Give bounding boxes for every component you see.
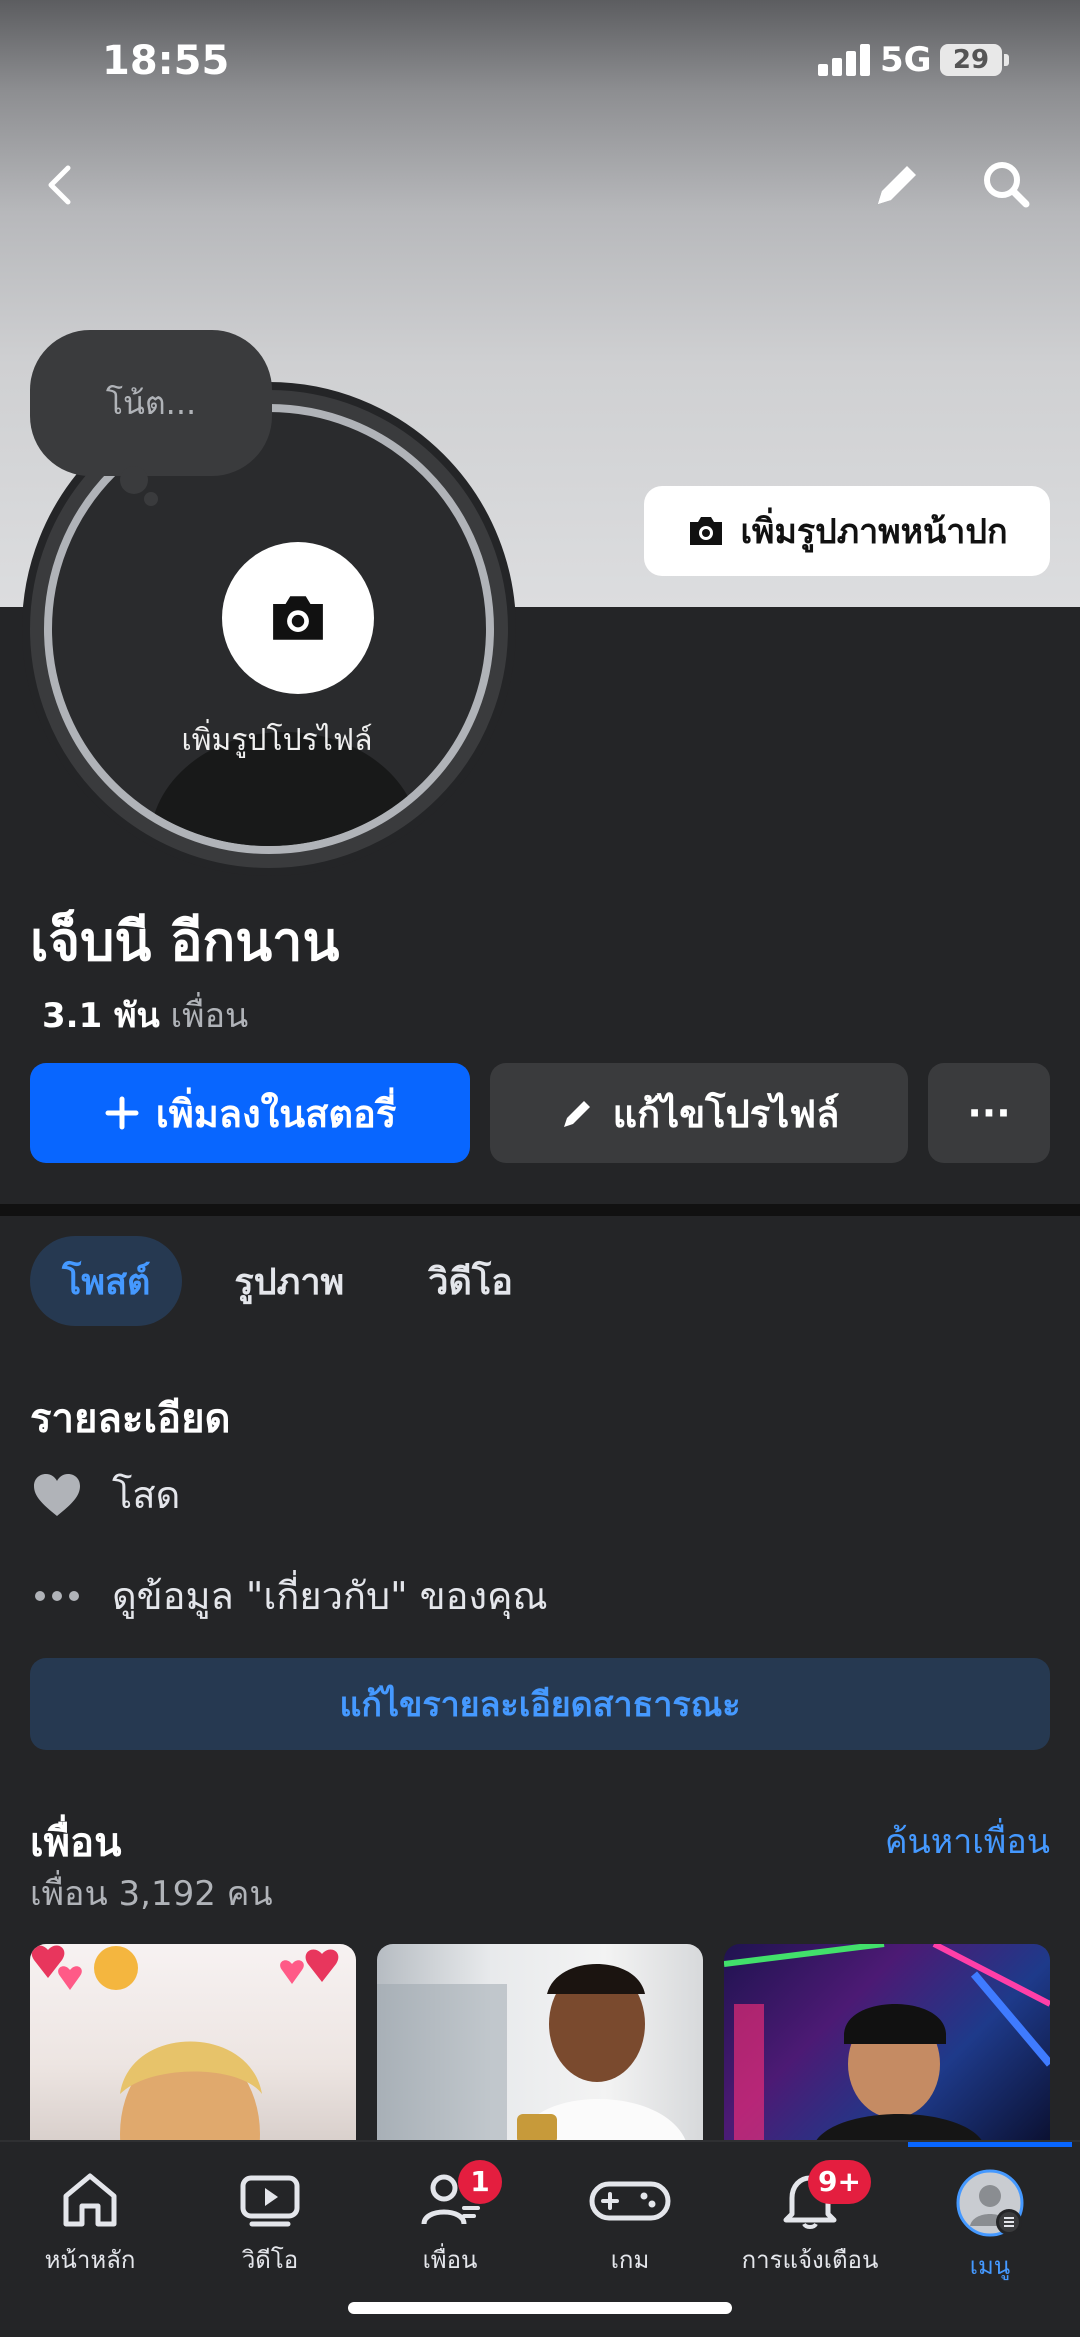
note-placeholder: โน้ต... — [105, 383, 197, 422]
battery-tip — [1004, 54, 1009, 66]
status-bar: 18:55 5G 29 — [0, 0, 1080, 120]
add-to-story-label: เพิ่มลงในสตอรี่ — [155, 1091, 397, 1136]
add-cover-photo-button[interactable]: เพิ่มรูปภาพหน้าปก — [644, 486, 1050, 576]
tab-posts[interactable]: โพสต์ — [30, 1236, 183, 1326]
section-divider — [0, 1204, 1080, 1216]
about-link: ดูข้อมูล "เกี่ยวกับ" ของคุณ — [112, 1574, 548, 1618]
nav-video-label: วิดีโอ — [241, 2246, 299, 2274]
friend-photo[interactable] — [724, 1944, 1050, 2144]
battery-icon: 29 — [940, 44, 1002, 76]
details-heading: รายละเอียด — [30, 1396, 231, 1442]
friend-photo[interactable] — [377, 1944, 703, 2144]
camera-icon — [273, 596, 323, 640]
edit-profile-label: แก้ไขโปรไฟล์ — [612, 1091, 840, 1136]
nav-notifications-label: การแจ้งเตือน — [741, 2246, 879, 2274]
camera-icon — [690, 517, 723, 545]
nav-notifications[interactable]: 9+ การแจ้งเตือน — [720, 2160, 900, 2279]
nav-menu-label: เมนู — [969, 2252, 1011, 2280]
more-options-button[interactable]: ··· — [928, 1063, 1050, 1163]
nav-friends[interactable]: 1 เพื่อน — [360, 2160, 540, 2279]
relationship-row: โสด — [30, 1464, 180, 1525]
friends-badge: 1 — [458, 2160, 502, 2204]
nav-friends-label: เพื่อน — [422, 2246, 478, 2274]
nav-gaming[interactable]: เกม — [540, 2168, 720, 2279]
back-icon[interactable] — [25, 150, 95, 220]
more-icon: ··· — [967, 1091, 1011, 1135]
heart-icon — [30, 1468, 84, 1522]
profile-tabs: โพสต์ รูปภาพ วิดีโอ — [30, 1236, 545, 1328]
tab-videos[interactable]: วิดีโอ — [396, 1236, 545, 1326]
tab-photos[interactable]: รูปภาพ — [202, 1236, 376, 1326]
add-cover-label: เพิ่มรูปภาพหน้าปก — [740, 512, 1008, 552]
edit-profile-button[interactable]: แก้ไขโปรไฟล์ — [490, 1063, 908, 1163]
find-friends-link[interactable]: ค้นหาเพื่อน — [885, 1814, 1050, 1868]
relationship-status: โสด — [112, 1473, 181, 1517]
plus-icon — [105, 1096, 139, 1130]
notifications-badge: 9+ — [808, 2160, 871, 2204]
home-indicator — [348, 2302, 732, 2314]
friends-count-number: 3.1 พัน — [42, 996, 160, 1036]
note-bubble-dot — [120, 466, 148, 494]
nav-gaming-label: เกม — [610, 2246, 650, 2274]
active-tab-indicator — [908, 2142, 1072, 2147]
status-time: 18:55 — [102, 38, 230, 84]
friends-count[interactable]: 3.1 พัน เพื่อน — [42, 988, 248, 1042]
add-to-story-button[interactable]: เพิ่มลงในสตอรี่ — [30, 1063, 470, 1163]
avatar-camera-button[interactable] — [222, 542, 374, 694]
nav-home-label: หน้าหลัก — [44, 2246, 136, 2274]
friends-heading: เพื่อน — [30, 1820, 122, 1866]
profile-name: เจ็บนี อีกนาน — [30, 910, 340, 973]
pencil-icon — [563, 1101, 590, 1127]
about-row[interactable]: ดูข้อมูล "เกี่ยวกับ" ของคุณ — [30, 1565, 548, 1626]
menu-avatar-icon — [955, 2168, 1025, 2238]
friend-photo[interactable] — [30, 1944, 356, 2144]
note-bubble[interactable]: โน้ต... — [30, 330, 272, 476]
video-icon — [238, 2168, 302, 2232]
nav-home[interactable]: หน้าหลัก — [0, 2168, 180, 2279]
friends-total: เพื่อน 3,192 คน — [30, 1874, 273, 1914]
home-icon — [58, 2168, 122, 2232]
add-profile-photo-label: เพิ่มรูปโปรไฟล์ — [181, 723, 373, 758]
bell-icon: 9+ — [778, 2160, 871, 2232]
search-icon[interactable] — [972, 150, 1042, 220]
edit-public-details-button[interactable]: แก้ไขรายละเอียดสาธารณะ — [30, 1658, 1050, 1750]
ellipsis-icon — [30, 1569, 84, 1623]
note-bubble-dot-small — [144, 492, 158, 506]
edit-icon[interactable] — [862, 150, 932, 220]
nav-video[interactable]: วิดีโอ — [180, 2168, 360, 2279]
signal-icon — [818, 44, 870, 76]
nav-menu[interactable]: เมนู — [900, 2168, 1080, 2285]
gamepad-icon — [588, 2168, 672, 2232]
friends-count-word: เพื่อน — [170, 996, 249, 1036]
friends-icon: 1 — [418, 2160, 502, 2232]
network-type: 5G — [880, 40, 932, 80]
